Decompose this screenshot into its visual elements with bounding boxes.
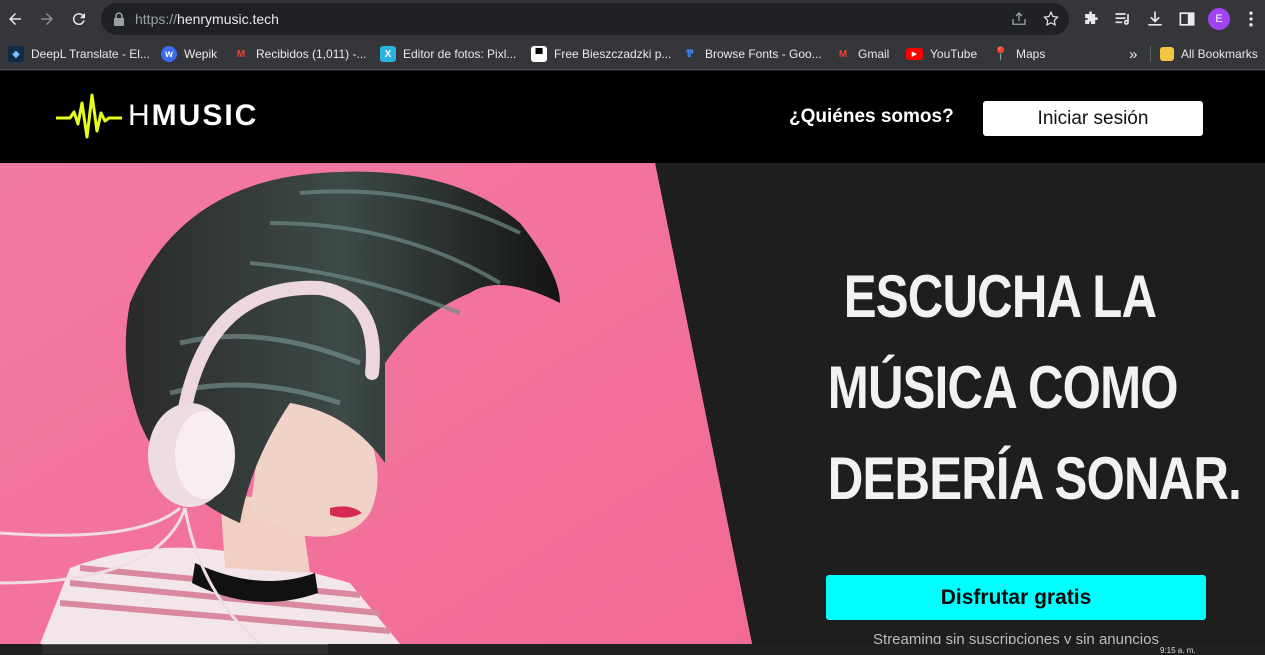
youtube-icon: ▶ — [906, 48, 923, 60]
bookmark-free[interactable]: ▀ Free Bieszczadzki p... — [531, 45, 671, 63]
bookmark-label: Maps — [1016, 47, 1046, 61]
logo-word: MUSIC — [151, 99, 259, 132]
taskbar-strip: 9:15 a. m. — [0, 644, 1265, 655]
bookmark-google-fonts[interactable]: Ꮘ Browse Fonts - Goo... — [682, 45, 822, 63]
gmail-icon: M — [236, 48, 246, 60]
kebab-menu-icon[interactable] — [1241, 9, 1261, 29]
hero-headline-line-1: ESCUCHA LA — [843, 263, 1157, 330]
bookmark-label: Editor de fotos: Pixl... — [403, 47, 517, 61]
bookmarks-overflow-button[interactable]: » — [1129, 45, 1137, 63]
hero-headline: ESCUCHA LA MÚSICA COMO DEBERÍA SONAR. — [827, 251, 1242, 524]
bookmark-gmail[interactable]: M Gmail — [835, 45, 890, 63]
bookmarks-divider — [1150, 46, 1151, 62]
url-host: henrymusic.tech — [177, 11, 279, 27]
bookmark-maps[interactable]: 📍 Maps — [993, 45, 1045, 63]
reload-button[interactable] — [65, 5, 93, 33]
address-bar[interactable]: https://henrymusic.tech — [101, 3, 1069, 35]
bookmarks-bar: ◆ DeepL Translate - El... w Wepik M Reci… — [0, 38, 1265, 70]
media-queue-icon[interactable] — [1113, 9, 1133, 29]
logo-letter-h: H — [128, 99, 152, 132]
bookmark-youtube[interactable]: ▶ YouTube — [906, 45, 977, 63]
google-fonts-icon: Ꮘ — [686, 48, 694, 60]
hero-headline-line-2: MÚSICA COMO — [827, 354, 1179, 421]
bookmark-label: Browse Fonts - Goo... — [705, 47, 822, 61]
bookmark-label: YouTube — [930, 47, 978, 61]
download-icon[interactable] — [1145, 9, 1165, 29]
share-icon[interactable] — [1010, 10, 1028, 28]
deepl-icon: ◆ — [8, 46, 24, 62]
all-bookmarks-button[interactable]: All Bookmarks — [1160, 45, 1258, 63]
bookmark-wepik[interactable]: w Wepik — [161, 45, 217, 63]
site-logo[interactable]: HMUSIC — [56, 91, 258, 141]
bookmark-label: All Bookmarks — [1181, 47, 1258, 61]
wepik-icon: w — [161, 46, 177, 62]
back-button[interactable] — [1, 5, 29, 33]
enjoy-free-button[interactable]: Disfrutar gratis — [826, 575, 1206, 620]
folder-icon — [1160, 47, 1174, 61]
gmail-icon: M — [838, 48, 848, 60]
url-text: https://henrymusic.tech — [135, 11, 279, 27]
arrow-left-icon — [9, 13, 21, 25]
woman-headphones-illustration — [0, 163, 752, 644]
pixlr-icon: X — [380, 46, 396, 62]
extensions-icon[interactable] — [1081, 9, 1101, 29]
hero-headline-line-3: DEBERÍA SONAR. — [827, 445, 1242, 512]
soundwave-logo-icon — [56, 93, 122, 139]
maps-icon: 📍 — [992, 46, 1010, 61]
side-panel-icon[interactable] — [1177, 9, 1197, 29]
hero-section: ESCUCHA LA MÚSICA COMO DEBERÍA SONAR. Di… — [0, 163, 1265, 644]
cta-subtext: Streaming sin suscripciones y sin anunci… — [873, 631, 1159, 644]
site-header: HMUSIC ¿Quiénes somos? Iniciar sesión — [0, 71, 1265, 163]
browser-toolbar: https://henrymusic.tech E — [0, 0, 1265, 38]
bookmark-star-icon[interactable] — [1042, 10, 1060, 28]
bookmark-label: DeepL Translate - El... — [31, 47, 150, 61]
nav-about-link[interactable]: ¿Quiénes somos? — [789, 106, 954, 128]
bookmark-recibidos[interactable]: M Recibidos (1,011) -... — [233, 45, 367, 63]
lock-icon — [114, 12, 124, 26]
taskbar-window-preview[interactable] — [42, 644, 328, 654]
bookmark-pixlr[interactable]: X Editor de fotos: Pixl... — [380, 45, 516, 63]
profile-avatar[interactable]: E — [1208, 8, 1230, 30]
free-icon: ▀ — [531, 46, 547, 62]
logo-text: HMUSIC — [128, 99, 258, 133]
login-button[interactable]: Iniciar sesión — [983, 101, 1203, 136]
reload-icon — [72, 13, 85, 26]
url-scheme: https:// — [135, 11, 178, 27]
bookmark-label: Recibidos (1,011) -... — [256, 47, 367, 61]
arrow-right-icon — [41, 13, 53, 25]
bookmark-label: Wepik — [184, 47, 218, 61]
bookmark-label: Free Bieszczadzki p... — [554, 47, 672, 61]
bookmark-deepl[interactable]: ◆ DeepL Translate - El... — [8, 45, 150, 63]
forward-button[interactable] — [33, 5, 61, 33]
bookmark-label: Gmail — [858, 47, 890, 61]
hero-image — [0, 163, 752, 644]
